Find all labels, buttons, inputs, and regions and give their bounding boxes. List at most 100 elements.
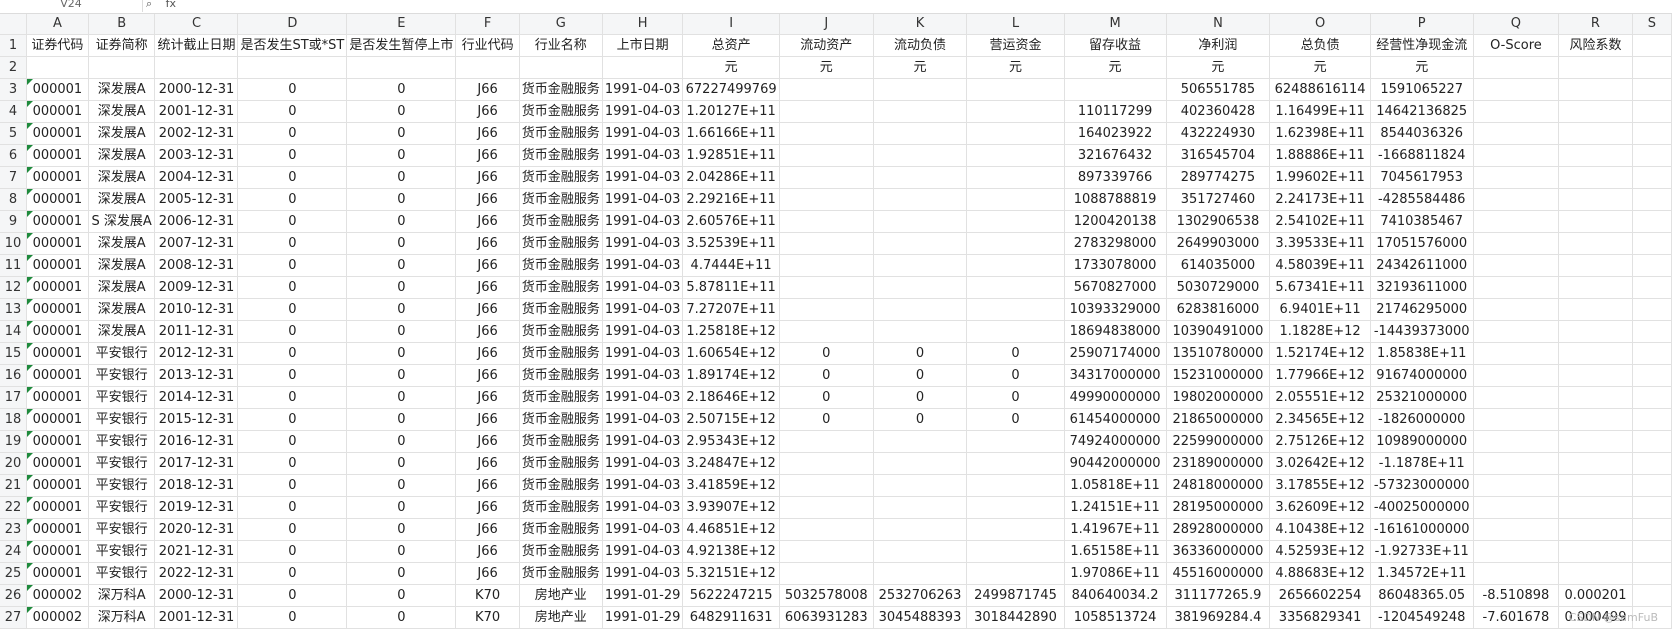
cell[interactable]: 1.85838E+11 [1370,342,1474,365]
cell[interactable]: 506551785 [1166,78,1271,101]
cell[interactable]: 1991-04-03 [602,122,684,145]
cell[interactable]: 000001 [26,78,89,101]
cell[interactable]: 2012-12-31 [154,342,239,365]
column-header-J[interactable]: J [779,14,874,35]
column-header-B[interactable]: B [88,14,156,35]
cell[interactable]: 19802000000 [1166,386,1271,409]
cell[interactable]: 3.39533E+11 [1269,232,1371,255]
cell[interactable]: 0 [346,606,457,629]
cell[interactable]: 4.52593E+12 [1269,540,1371,563]
cell[interactable]: J66 [455,254,520,277]
cell[interactable]: J66 [455,518,520,541]
cell[interactable]: 平安银行 [88,518,156,541]
cell[interactable] [1558,386,1633,409]
cell[interactable]: 2.34565E+12 [1269,408,1371,431]
cell[interactable]: 2005-12-31 [154,188,239,211]
cell[interactable]: 0 [237,452,348,475]
cell[interactable]: 1.52174E+12 [1269,342,1371,365]
row-header[interactable]: 20 [0,452,27,475]
cell[interactable]: 深发展A [88,78,156,101]
cell[interactable]: 000001 [26,122,89,145]
cell[interactable]: -57323000000 [1370,474,1474,497]
cell[interactable]: 402360428 [1166,100,1271,123]
row-header[interactable]: 19 [0,430,27,453]
cell[interactable]: 0 [346,430,457,453]
cell[interactable] [779,78,874,101]
cell[interactable] [455,56,520,79]
cell[interactable]: 1.16499E+11 [1269,100,1371,123]
cell[interactable]: 1991-04-03 [602,452,684,475]
cell[interactable]: 0 [346,276,457,299]
cell[interactable]: 32193611000 [1370,276,1474,299]
cell[interactable]: J66 [455,122,520,145]
cell[interactable] [873,232,968,255]
cell[interactable] [1558,298,1633,321]
cell[interactable]: 23189000000 [1166,452,1271,475]
cell[interactable] [1632,584,1672,607]
cell[interactable] [1558,210,1633,233]
cell[interactable] [966,122,1065,145]
cell[interactable] [1632,452,1672,475]
cell[interactable]: 1991-04-03 [602,166,684,189]
cell[interactable]: 6283816000 [1166,298,1271,321]
cell[interactable] [873,276,968,299]
cell[interactable] [1473,166,1560,189]
cell[interactable]: 3356829341 [1269,606,1371,629]
cell[interactable]: 2003-12-31 [154,144,239,167]
cell[interactable] [966,320,1065,343]
cell[interactable]: 000001 [26,386,89,409]
cell[interactable]: 1591065227 [1370,78,1474,101]
cell[interactable] [873,100,968,123]
cell[interactable]: 1991-04-03 [602,276,684,299]
cell[interactable]: 3045488393 [873,606,968,629]
cell[interactable]: 深万科A [88,584,156,607]
cell[interactable]: 2.04286E+11 [682,166,780,189]
cell[interactable]: 1.99602E+11 [1269,166,1371,189]
cell[interactable] [1632,56,1672,79]
cell[interactable]: 深发展A [88,254,156,277]
cell[interactable]: 1991-04-03 [602,496,684,519]
cell[interactable] [1558,430,1633,453]
cell[interactable]: 1.24151E+11 [1064,496,1167,519]
cell[interactable]: 风险系数 [1558,34,1633,57]
cell[interactable]: J66 [455,474,520,497]
cell[interactable]: 2014-12-31 [154,386,239,409]
cell[interactable]: 2009-12-31 [154,276,239,299]
cell[interactable]: 1200420138 [1064,210,1167,233]
cell[interactable] [154,56,239,79]
cell[interactable]: 房地产业 [519,606,603,629]
cell[interactable] [966,188,1065,211]
cell[interactable]: 5030729000 [1166,276,1271,299]
cell[interactable]: 10393329000 [1064,298,1167,321]
cell[interactable]: 0 [237,210,348,233]
column-header-A[interactable]: A [26,14,89,35]
cell[interactable] [966,144,1065,167]
cell[interactable]: 元 [1370,56,1474,79]
cell[interactable]: 0 [346,386,457,409]
cell[interactable] [1632,166,1672,189]
cell[interactable] [1632,210,1672,233]
cell[interactable] [779,188,874,211]
cell[interactable] [779,430,874,453]
cell[interactable]: 1991-04-03 [602,100,684,123]
cell[interactable]: -1.92733E+11 [1370,540,1474,563]
cell[interactable]: 61454000000 [1064,408,1167,431]
cell[interactable]: 5622247215 [682,584,780,607]
cell[interactable]: 深发展A [88,144,156,167]
cell[interactable]: -14439373000 [1370,320,1474,343]
cell[interactable]: 统计截止日期 [154,34,239,57]
cell[interactable]: 0 [237,122,348,145]
column-header-S[interactable]: S [1632,14,1672,35]
cell[interactable]: 2019-12-31 [154,496,239,519]
cell[interactable]: 货币金融服务 [519,232,603,255]
cell[interactable] [1632,276,1672,299]
cell[interactable] [1558,276,1633,299]
column-header-I[interactable]: I [682,14,780,35]
cell[interactable]: 4.7444E+11 [682,254,780,277]
cell[interactable]: 34317000000 [1064,364,1167,387]
column-header-Q[interactable]: Q [1473,14,1560,35]
cell[interactable]: 总负债 [1269,34,1371,57]
cell[interactable]: 0 [346,364,457,387]
row-header[interactable]: 10 [0,232,27,255]
cell[interactable] [1558,408,1633,431]
